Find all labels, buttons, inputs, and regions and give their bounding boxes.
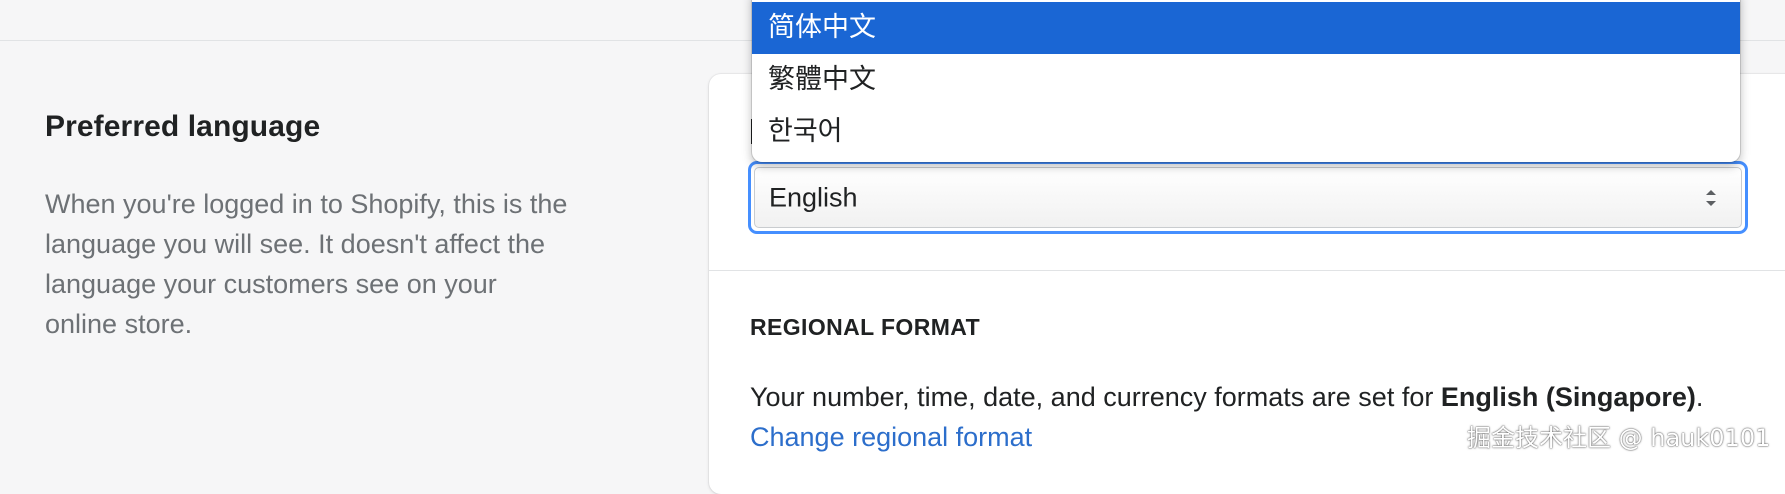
regional-format-text: Your number, time, date, and currency fo… (750, 382, 1441, 412)
language-option-simplified-chinese[interactable]: 简体中文 (752, 2, 1740, 54)
language-option-traditional-chinese[interactable]: 繁體中文 (752, 54, 1740, 106)
select-arrows-icon (1706, 189, 1716, 206)
regional-format-period: . (1695, 382, 1704, 412)
language-select-value: English (769, 182, 858, 212)
language-select[interactable]: English (754, 167, 1742, 228)
watermark: 掘金技术社区 @ hauk0101 (1467, 424, 1771, 452)
regional-format-locale: English (Singapore) (1440, 382, 1696, 412)
section-title: Preferred language (45, 110, 321, 143)
language-option-korean[interactable]: 한국어 (752, 106, 1740, 158)
language-dropdown-list: 简体中文 繁體中文 한국어 (752, 0, 1740, 162)
regional-format-description: Your number, time, date, and currency fo… (750, 377, 1770, 417)
section-description: When you're logged in to Shopify, this i… (45, 189, 568, 339)
language-select-focus-ring[interactable]: English (748, 161, 1748, 234)
preferred-language-section: Preferred language When you're logged in… (45, 110, 585, 344)
regional-format-heading: REGIONAL FORMAT (750, 314, 981, 340)
